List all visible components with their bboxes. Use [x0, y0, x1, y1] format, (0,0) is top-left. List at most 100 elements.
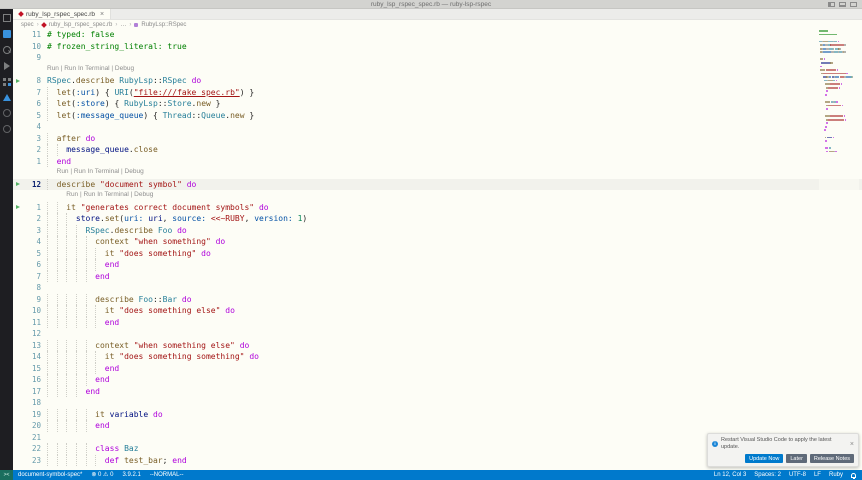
indent-guide: [47, 248, 48, 260]
statusbar-item[interactable]: Spaces: 2: [754, 470, 781, 480]
account-icon[interactable]: [3, 125, 11, 133]
code-line[interactable]: 4 context "when something" do: [13, 236, 862, 248]
testing-beaker-icon[interactable]: [3, 94, 11, 101]
notifications-bell-icon[interactable]: [851, 473, 856, 478]
source-control-icon[interactable]: [3, 46, 11, 54]
code-line[interactable]: 12 describe "document symbol" do: [13, 179, 862, 191]
customize-layout-icon[interactable]: [850, 2, 857, 7]
editor-gutter: 8: [13, 75, 41, 87]
code-line[interactable]: 14 it "does something something" do: [13, 351, 862, 363]
explorer-icon[interactable]: [3, 14, 11, 22]
toggle-panel-icon[interactable]: [839, 2, 846, 7]
statusbar-item[interactable]: LF: [814, 470, 821, 480]
code-line[interactable]: 18: [13, 397, 862, 409]
statusbar-item[interactable]: document-symbol-spec*: [18, 470, 82, 480]
code-line[interactable]: 2 message_queue.close: [13, 144, 862, 156]
code-line[interactable]: 1 it "generates correct document symbols…: [13, 202, 862, 214]
code-line[interactable]: 4: [13, 121, 862, 133]
code-line[interactable]: 12: [13, 328, 862, 340]
code-line[interactable]: 2 store.set(uri: uri, source: <<~RUBY, v…: [13, 213, 862, 225]
statusbar-right: Ln 12, Col 3 Spaces: 2 UTF-8 LF Ruby: [714, 470, 862, 480]
statusbar-item[interactable]: --NORMAL--: [150, 470, 184, 480]
statusbar-item[interactable]: Ln 12, Col 3: [714, 470, 746, 480]
code-line[interactable]: 3 after do: [13, 133, 862, 145]
code-line[interactable]: 6 end: [13, 259, 862, 271]
code-editor[interactable]: 11# typed: false10# frozen_string_litera…: [13, 29, 862, 470]
breadcrumb-item[interactable]: ruby_lsp_rspec_spec.rb: [49, 22, 113, 28]
line-number: 2: [23, 144, 41, 156]
code-text: let(:message_queue) { Thread::Queue.new …: [47, 110, 254, 122]
code-text: # typed: false: [47, 29, 114, 41]
code-line[interactable]: 9: [13, 52, 862, 64]
code-line[interactable]: 19 it variable do: [13, 409, 862, 421]
run-and-debug-icon[interactable]: [4, 62, 10, 70]
run-test-icon[interactable]: [13, 182, 23, 186]
code-line[interactable]: 13 context "when something else" do: [13, 340, 862, 352]
code-line[interactable]: 7 end: [13, 271, 862, 283]
later-button[interactable]: Later: [786, 454, 807, 463]
code-line[interactable]: 11# typed: false: [13, 29, 862, 41]
code-line[interactable]: 10# frozen_string_literal: true: [13, 41, 862, 53]
indent-guide: [47, 305, 48, 317]
code-line[interactable]: 20 end: [13, 420, 862, 432]
indent-guide: [86, 455, 87, 467]
statusbar-item[interactable]: UTF-8: [789, 470, 806, 480]
codelens-actions[interactable]: Run | Run In Terminal | Debug: [47, 167, 144, 179]
code-text: it "does something" do: [47, 248, 211, 260]
update-now-button[interactable]: Update Now: [745, 454, 783, 463]
code-line[interactable]: 15 end: [13, 363, 862, 375]
release-notes-button[interactable]: Release Notes: [810, 454, 854, 463]
codelens-row[interactable]: Run | Run In Terminal | Debug: [13, 64, 862, 76]
title-bar[interactable]: ruby_lsp_rspec_spec.rb — ruby-lsp-rspec: [0, 0, 862, 9]
run-test-icon[interactable]: [13, 205, 23, 209]
search-icon[interactable]: [3, 30, 11, 38]
codelens-actions[interactable]: Run | Run In Terminal | Debug: [47, 64, 134, 76]
indent-guide: [47, 409, 48, 421]
status-bar: >< document-symbol-spec* ⊗ 0 ⚠ 0 3.9.2.1 --…: [0, 470, 862, 480]
remote-explorer-icon[interactable]: [3, 109, 11, 117]
remote-indicator[interactable]: ><: [0, 470, 13, 480]
line-number: 8: [23, 282, 41, 294]
extensions-icon[interactable]: [3, 78, 11, 86]
close-notification-icon[interactable]: ×: [850, 441, 854, 448]
indent-guide: [57, 236, 58, 248]
breadcrumb-item[interactable]: RubyLsp::RSpec: [141, 22, 186, 28]
code-line[interactable]: 9 describe Foo::Bar do: [13, 294, 862, 306]
indent-guide: [76, 443, 77, 455]
code-line[interactable]: 5 it "does something" do: [13, 248, 862, 260]
statusbar-item[interactable]: Ruby: [829, 470, 843, 480]
indent-guide: [86, 363, 87, 375]
statusbar-item[interactable]: 3.9.2.1: [122, 470, 140, 480]
toggle-sidebar-icon[interactable]: [828, 2, 835, 7]
codelens-row[interactable]: Run | Run In Terminal | Debug: [13, 190, 862, 202]
code-line[interactable]: 1 end: [13, 156, 862, 168]
editor-gutter: 6: [13, 259, 41, 271]
code-line[interactable]: 11 end: [13, 317, 862, 329]
code-line[interactable]: 8RSpec.describe RubyLsp::RSpec do: [13, 75, 862, 87]
codelens-actions[interactable]: Run | Run In Terminal | Debug: [47, 190, 153, 202]
code-line[interactable]: 10 it "does something else" do: [13, 305, 862, 317]
editor-gutter: 11: [13, 317, 41, 329]
code-line[interactable]: 8: [13, 282, 862, 294]
close-tab-icon[interactable]: ×: [100, 11, 104, 18]
breadcrumb-item[interactable]: spec: [21, 22, 34, 28]
code-line[interactable]: 5 let(:message_queue) { Thread::Queue.ne…: [13, 110, 862, 122]
run-test-icon[interactable]: [13, 79, 23, 83]
minimap[interactable]: [819, 30, 859, 230]
breadcrumb-item[interactable]: …: [120, 22, 126, 28]
code-line[interactable]: 16 end: [13, 374, 862, 386]
indent-guide: [95, 351, 96, 363]
line-number: 15: [23, 363, 41, 375]
code-line[interactable]: 6 let(:store) { RubyLsp::Store.new }: [13, 98, 862, 110]
indent-guide: [47, 179, 48, 191]
statusbar-item[interactable]: ⊗ 0 ⚠ 0: [91, 470, 113, 480]
codelens-row[interactable]: Run | Run In Terminal | Debug: [13, 167, 862, 179]
indent-guide: [47, 271, 48, 283]
code-line[interactable]: 17 end: [13, 386, 862, 398]
code-line[interactable]: 7 let(:uri) { URI("file:///fake_spec.rb"…: [13, 87, 862, 99]
tab-ruby-lsp-rspec-spec[interactable]: ruby_lsp_rspec_spec.rb ×: [13, 9, 111, 19]
line-number: 12: [23, 328, 41, 340]
code-text: it "generates correct document symbols" …: [47, 202, 269, 214]
code-line[interactable]: 3 RSpec.describe Foo do: [13, 225, 862, 237]
code-text: end: [47, 363, 119, 375]
